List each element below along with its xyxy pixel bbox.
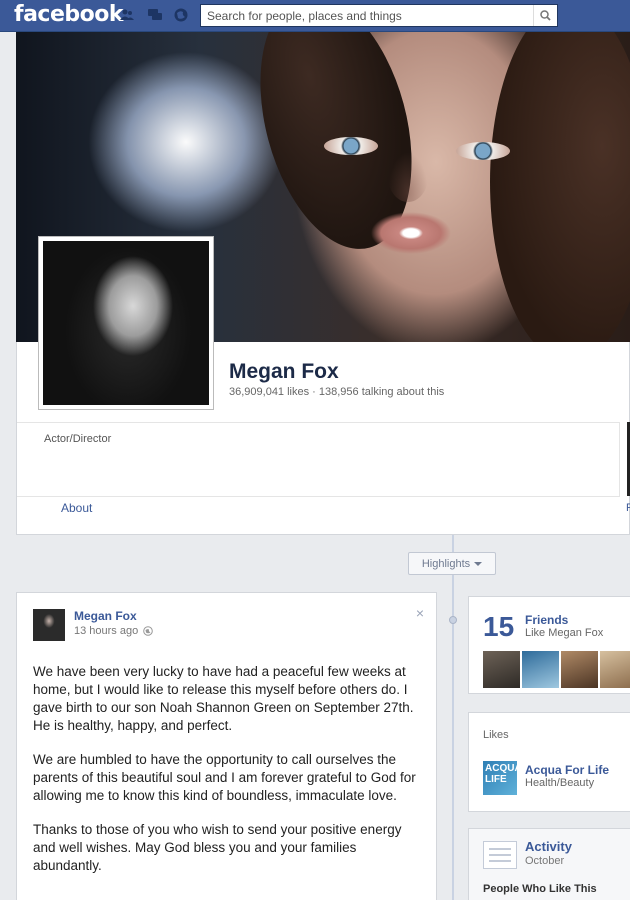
post-avatar[interactable] — [33, 609, 65, 641]
people-who-like-this[interactable]: People Who Like This — [483, 883, 597, 895]
chevron-down-icon — [474, 561, 483, 566]
page-stats: 36,909,041 likes · 138,956 talking about… — [229, 386, 445, 398]
friends-count[interactable]: 15 — [483, 611, 514, 643]
search-button[interactable] — [533, 5, 557, 26]
page-category: Actor/Director — [44, 433, 112, 445]
activity-icon — [483, 841, 517, 869]
page-title[interactable]: Megan Fox — [229, 360, 339, 384]
search-icon — [540, 10, 551, 21]
post-paragraph: Thanks to those of you who wish to send … — [33, 822, 402, 873]
likes-title: Likes — [483, 729, 509, 741]
profile-photo — [43, 241, 209, 405]
truncated-tab[interactable]: F — [626, 502, 630, 514]
post-author[interactable]: Megan Fox — [74, 609, 137, 623]
timeline-post: Megan Fox 13 hours ago × We have been ve… — [16, 592, 437, 900]
friend-thumbnail[interactable] — [561, 651, 598, 688]
notifications-globe-icon[interactable] — [174, 8, 188, 22]
friends-card: 15 Friends Like Megan Fox — [468, 596, 630, 694]
search-box — [200, 4, 558, 27]
likes-card: Likes ACQUA LIFE Acqua For Life Health/B… — [468, 712, 630, 812]
post-timestamp: 13 hours ago — [74, 625, 154, 637]
timeline-dot — [449, 616, 457, 624]
activity-card: Activity October People Who Like This — [468, 828, 630, 900]
highlights-dropdown[interactable]: Highlights — [408, 552, 496, 575]
post-body: We have been very lucky to have had a pe… — [33, 663, 427, 891]
about-link[interactable]: About — [61, 501, 92, 515]
friends-subtitle: Like Megan Fox — [525, 627, 604, 639]
liked-page-name[interactable]: Acqua For Life — [525, 763, 609, 777]
acqua-for-life-logo[interactable]: ACQUA LIFE — [483, 761, 522, 795]
friend-thumbnail[interactable] — [600, 651, 630, 688]
timeline-spine — [452, 535, 454, 900]
facebook-logo[interactable]: facebook — [14, 2, 124, 27]
close-icon[interactable]: × — [416, 605, 424, 621]
friend-requests-icon[interactable] — [120, 9, 134, 21]
profile-picture[interactable] — [38, 236, 214, 410]
friends-title[interactable]: Friends — [525, 613, 568, 627]
post-paragraph: We are humbled to have the opportunity t… — [33, 752, 416, 803]
post-paragraph: We have been very lucky to have had a pe… — [33, 664, 414, 733]
info-strip: Actor/Director — [17, 422, 620, 497]
liked-page-category: Health/Beauty — [525, 777, 595, 789]
post-time-text[interactable]: 13 hours ago — [74, 625, 138, 637]
messages-icon[interactable] — [148, 9, 162, 21]
top-bar: facebook — [0, 0, 630, 32]
friend-thumbnail[interactable] — [483, 651, 520, 688]
friend-thumbnail[interactable] — [522, 651, 559, 688]
search-input[interactable] — [201, 5, 531, 26]
activity-subtitle: October — [525, 855, 565, 867]
globe-privacy-icon[interactable] — [143, 626, 154, 636]
highlights-label: Highlights — [421, 557, 471, 570]
activity-title[interactable]: Activity — [525, 839, 572, 854]
friends-thumbnails — [483, 651, 630, 688]
